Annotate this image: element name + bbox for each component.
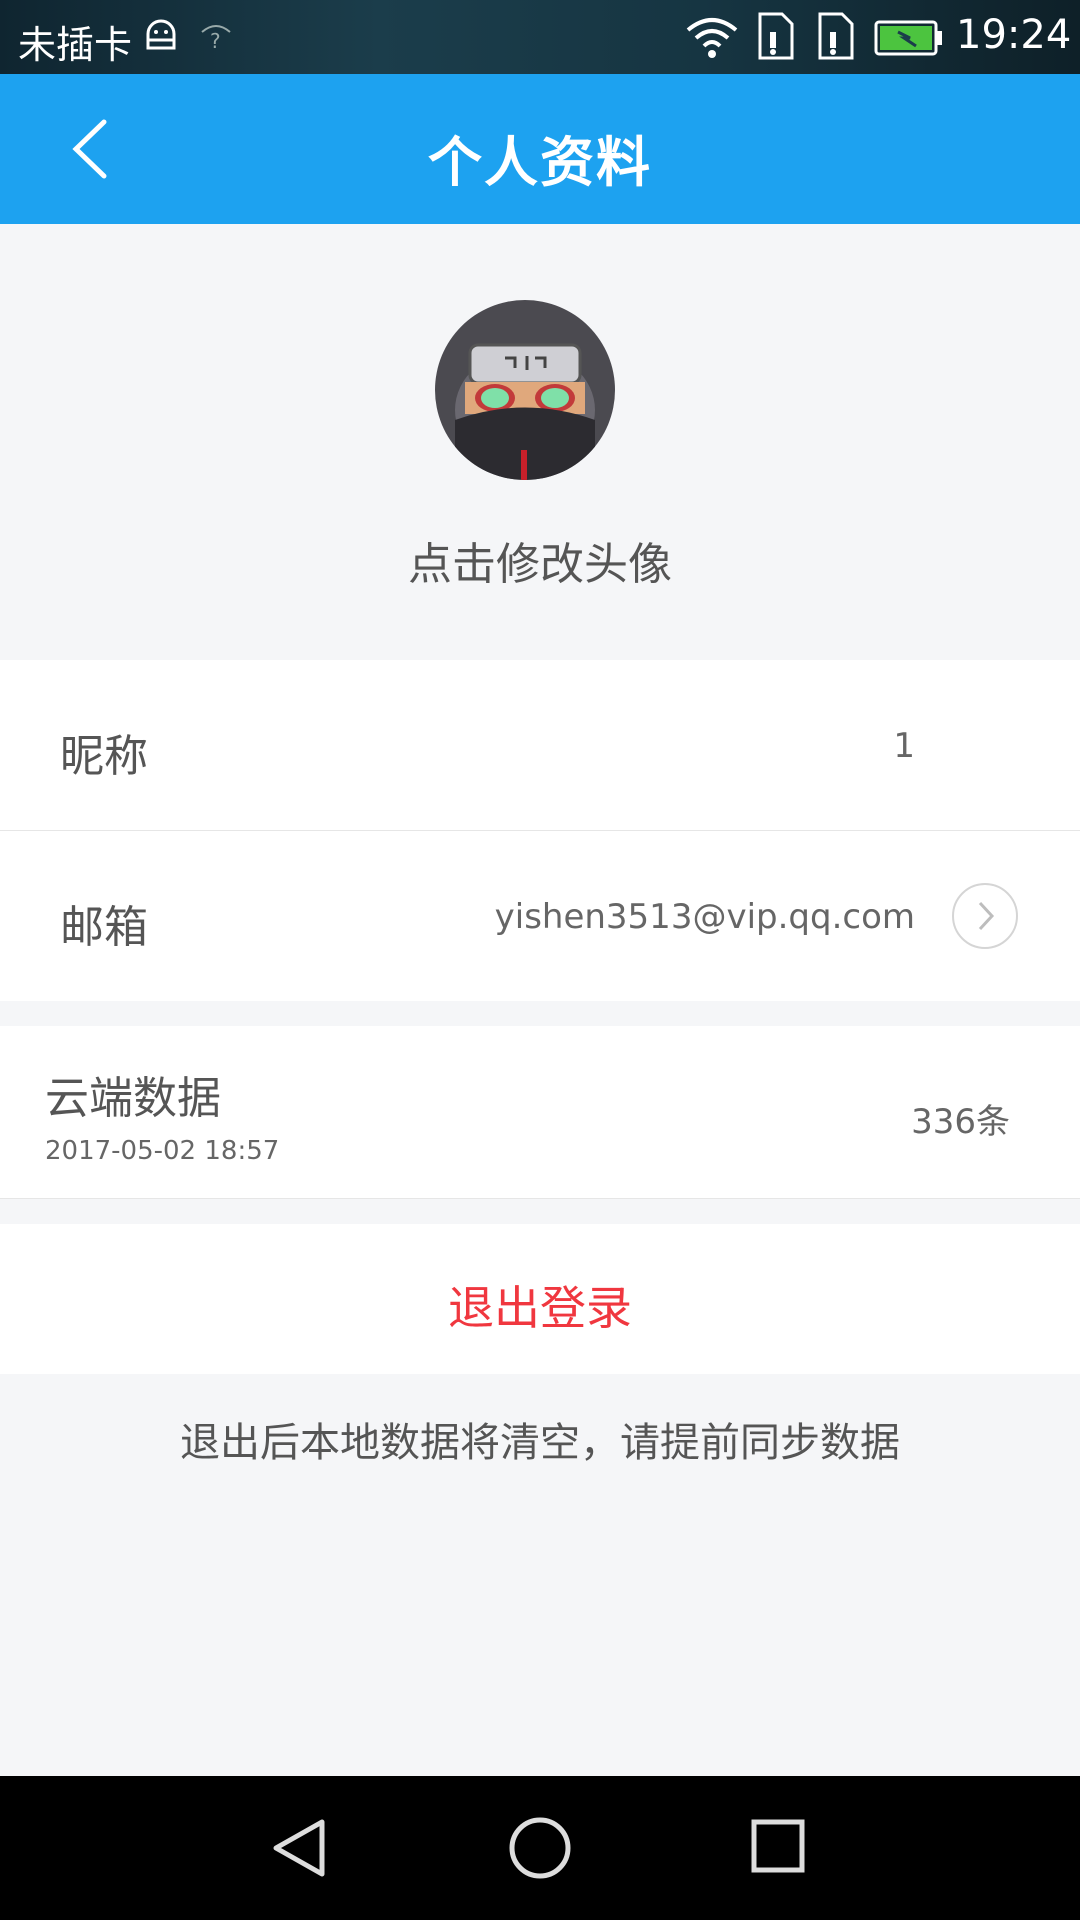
wifi-icon <box>684 14 740 64</box>
back-triangle-icon[interactable] <box>264 1812 336 1884</box>
nickname-label: 昵称 <box>60 731 148 782</box>
cloud-data-row[interactable]: 云端数据 2017-05-02 18:57 336条 <box>0 1026 1080 1198</box>
carrier-label: 未插卡 <box>18 23 133 67</box>
recents-square-icon[interactable] <box>744 1812 816 1884</box>
sim2-icon <box>816 10 856 66</box>
cloud-data-label: 云端数据 <box>45 1073 221 1124</box>
battery-icon <box>874 20 944 60</box>
status-bar: 未插卡 ? 19:24 <box>0 0 1080 74</box>
chevron-right-circle-icon[interactable] <box>950 881 1020 955</box>
android-icon <box>142 18 180 58</box>
divider <box>0 1198 1080 1199</box>
nickname-value: 1 <box>893 726 915 766</box>
email-label: 邮箱 <box>60 902 148 953</box>
question-icon: ? <box>200 20 232 56</box>
change-avatar-hint[interactable]: 点击修改头像 <box>0 528 1080 592</box>
svg-text:?: ? <box>210 29 221 52</box>
logout-notice: 退出后本地数据将清空，请提前同步数据 <box>180 1420 900 1466</box>
page-title: 个人资料 <box>428 131 652 194</box>
clock: 19:24 <box>956 12 1072 58</box>
sim1-icon <box>756 10 796 66</box>
cloud-sync-time: 2017-05-02 18:57 <box>45 1136 280 1166</box>
logout-button[interactable]: 退出登录 <box>0 1224 1080 1374</box>
email-value: yishen3513@vip.qq.com <box>494 897 915 937</box>
logout-label: 退出登录 <box>448 1281 632 1335</box>
system-nav-bar <box>0 1776 1080 1920</box>
app-bar: 个人资料 <box>0 74 1080 224</box>
nickname-row[interactable]: 昵称 1 <box>0 660 1080 830</box>
avatar[interactable] <box>435 300 615 480</box>
avatar-section: 点击修改头像 <box>0 224 1080 660</box>
cloud-data-count: 336条 <box>911 1102 1010 1142</box>
email-row[interactable]: 邮箱 yishen3513@vip.qq.com <box>0 831 1080 1001</box>
home-circle-icon[interactable] <box>504 1812 576 1884</box>
